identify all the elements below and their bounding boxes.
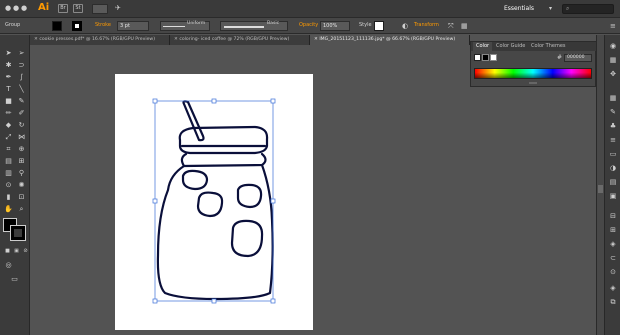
canvas-scrollbar-thumb[interactable] — [598, 185, 603, 193]
straw-shape — [182, 100, 205, 142]
white-swatch[interactable] — [490, 54, 497, 61]
color-panel-tabs: Color Color Guide Color Themes — [471, 42, 597, 51]
artboards-panel-icon[interactable]: ⧉ — [608, 297, 618, 307]
selection-handle — [270, 298, 276, 304]
selection-handle — [211, 298, 217, 304]
selection-handle — [152, 198, 158, 204]
selection-handle — [152, 298, 158, 304]
appearance-icon[interactable]: ▤ — [608, 177, 618, 187]
selection-bounding-box — [154, 100, 274, 302]
selection-handle — [270, 198, 276, 204]
selection-handle — [270, 98, 276, 104]
swatches-icon[interactable]: ▦ — [608, 93, 618, 103]
neck-shape — [180, 152, 267, 168]
color-panel-icon[interactable]: ◉ — [608, 41, 618, 51]
transform-panel-icon[interactable]: ⊞ — [608, 225, 618, 235]
right-panel-dock: ◉ ▦ ✥ ▦ ✎ ♣ ≡ ▭ ◑ ▤ ▣ ⊟ ⊞ ◈ ⊂ ⊙ ◈ ⧉ — [604, 35, 620, 335]
hash-label: # — [557, 54, 563, 61]
color-themes-icon[interactable]: ✥ — [608, 69, 618, 79]
color-guide-icon[interactable]: ▦ — [608, 55, 618, 65]
panel-resize-handle[interactable] — [529, 82, 537, 84]
graphic-styles-icon[interactable]: ▣ — [608, 191, 618, 201]
ice-cube-shape — [196, 191, 224, 218]
tab-color[interactable]: Color — [473, 42, 493, 51]
selection-handle — [152, 98, 158, 104]
lid-shape — [178, 125, 269, 155]
gradient-panel-icon[interactable]: ▭ — [608, 149, 618, 159]
illustrator-window: ● ● ● Ai Br St ✈ Essentials ▾ ⌕ Group St… — [0, 0, 620, 335]
transparency-icon[interactable]: ◑ — [608, 163, 618, 173]
color-spectrum[interactable] — [474, 68, 592, 79]
none-swatch[interactable] — [474, 54, 481, 61]
ice-cube-shape — [236, 183, 263, 209]
layers-icon[interactable]: ◈ — [608, 283, 618, 293]
links-icon[interactable]: ⊂ — [608, 253, 618, 263]
hex-value-field[interactable]: 000000 — [564, 54, 592, 62]
brushes-icon[interactable]: ✎ — [608, 107, 618, 117]
symbols-icon[interactable]: ♣ — [608, 121, 618, 131]
ice-cube-shape — [230, 219, 264, 258]
image-trace-icon[interactable]: ⊙ — [608, 267, 618, 277]
tab-color-themes[interactable]: Color Themes — [528, 42, 569, 51]
selection-handle — [211, 98, 217, 104]
pathfinder-icon[interactable]: ◈ — [608, 239, 618, 249]
align-icon[interactable]: ⊟ — [608, 211, 618, 221]
ice-cube-shape — [181, 169, 209, 191]
tab-color-guide[interactable]: Color Guide — [493, 42, 528, 51]
panel-collapse-strip — [596, 35, 604, 335]
color-panel: Color Color Guide Color Themes # 000000 — [470, 41, 597, 87]
stroke-panel-icon[interactable]: ≡ — [608, 135, 618, 145]
black-swatch[interactable] — [482, 54, 489, 61]
